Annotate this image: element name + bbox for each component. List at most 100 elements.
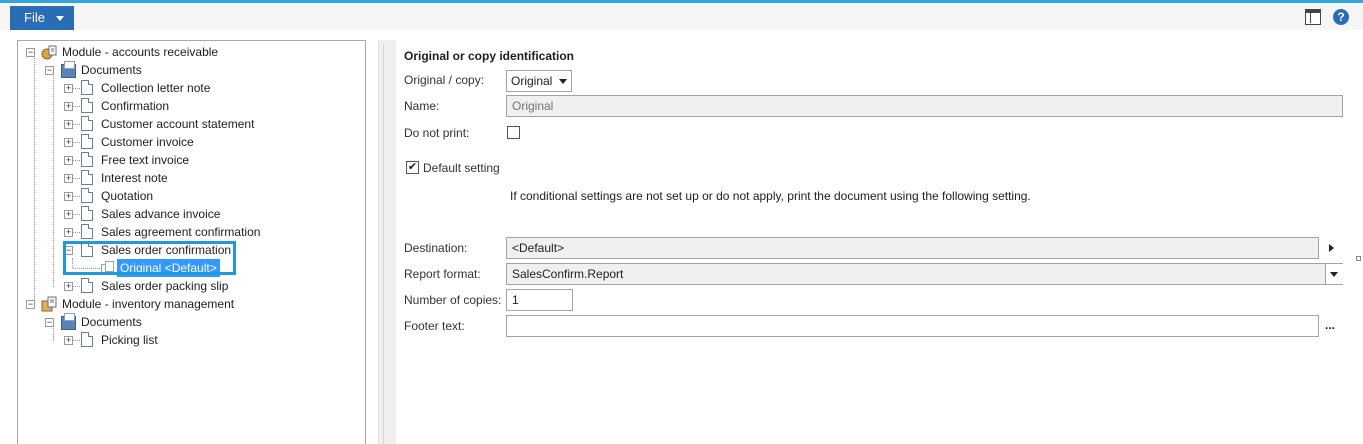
tree-connector bbox=[73, 124, 80, 125]
expand-icon[interactable]: + bbox=[64, 282, 73, 291]
name-label: Name: bbox=[404, 99, 440, 113]
module-inventory-icon bbox=[41, 296, 57, 312]
documents-icon bbox=[61, 313, 76, 330]
arrow-right-icon[interactable] bbox=[1329, 244, 1334, 252]
tree-node-document[interactable]: + Confirmation bbox=[18, 97, 363, 115]
default-setting-note: If conditional settings are not set up o… bbox=[510, 189, 1031, 203]
layout-icon[interactable] bbox=[1305, 9, 1321, 25]
expand-icon[interactable]: + bbox=[64, 192, 73, 201]
tree-node-label: Interest note bbox=[101, 171, 168, 185]
tree-connector bbox=[73, 88, 80, 89]
copies-field[interactable]: 1 bbox=[506, 289, 573, 311]
chevron-down-icon bbox=[559, 79, 567, 84]
copies-label: Number of copies: bbox=[404, 293, 502, 307]
document-icon bbox=[81, 224, 93, 239]
collapse-icon[interactable]: − bbox=[26, 48, 35, 57]
section-title: Original or copy identification bbox=[404, 49, 575, 63]
report-format-select[interactable]: SalesConfirm.Report bbox=[506, 263, 1343, 285]
tree-node-label: Documents bbox=[81, 63, 142, 77]
tree-node-label: Module - inventory management bbox=[62, 297, 235, 311]
module-ar-icon bbox=[41, 44, 57, 60]
tree-node-document[interactable]: + Customer account statement bbox=[18, 115, 363, 133]
tree-node-document[interactable]: + Free text invoice bbox=[18, 151, 363, 169]
tree-connector bbox=[73, 196, 80, 197]
tree-node-label: Confirmation bbox=[101, 99, 170, 113]
help-icon[interactable]: ? bbox=[1333, 9, 1349, 25]
document-icon bbox=[81, 206, 93, 221]
expand-icon[interactable]: + bbox=[64, 336, 73, 345]
expand-icon[interactable]: + bbox=[64, 120, 73, 129]
original-copy-value: Original bbox=[511, 74, 553, 88]
tree-connector bbox=[73, 232, 80, 233]
documents-icon bbox=[61, 61, 76, 78]
tree-node-module-accounts-receivable[interactable]: − Module - accounts receivable bbox=[18, 43, 363, 61]
more-icon[interactable]: ... bbox=[1325, 318, 1335, 332]
tree-node-label: Sales order packing slip bbox=[101, 279, 229, 293]
tree-node-label: Free text invoice bbox=[101, 153, 190, 167]
tree-connector bbox=[73, 160, 80, 161]
document-icon bbox=[81, 134, 93, 149]
tree-node-label: Customer account statement bbox=[101, 117, 255, 131]
tree-node-label: Module - accounts receivable bbox=[62, 45, 219, 59]
default-setting-checkbox[interactable]: ✔ bbox=[406, 161, 419, 174]
top-toolbar: File ? bbox=[0, 0, 1363, 30]
document-icon bbox=[81, 170, 93, 185]
tree-node-label: Sales advance invoice bbox=[101, 207, 221, 221]
expand-icon[interactable]: + bbox=[64, 138, 73, 147]
dropdown-button[interactable] bbox=[1325, 264, 1343, 284]
tree-connector bbox=[73, 340, 80, 341]
tree-node-label: Documents bbox=[81, 315, 142, 329]
footer-text-field[interactable] bbox=[506, 315, 1319, 337]
collapse-icon[interactable]: − bbox=[45, 66, 54, 75]
name-field[interactable]: Original bbox=[506, 95, 1343, 117]
tree-node-document[interactable]: + Picking list bbox=[18, 331, 363, 349]
do-not-print-checkbox[interactable] bbox=[507, 126, 520, 139]
tree-connector bbox=[73, 178, 80, 179]
document-icon bbox=[81, 80, 93, 95]
expand-icon[interactable]: + bbox=[64, 102, 73, 111]
document-icon bbox=[81, 332, 93, 347]
tree-connector bbox=[73, 142, 80, 143]
tree-connector bbox=[73, 214, 80, 215]
document-icon bbox=[81, 278, 93, 293]
collapse-icon[interactable]: − bbox=[45, 318, 54, 327]
original-copy-label: Original / copy: bbox=[404, 73, 485, 87]
tree-node-label: Quotation bbox=[101, 189, 154, 203]
do-not-print-label: Do not print: bbox=[404, 126, 470, 140]
document-icon bbox=[81, 116, 93, 131]
resize-handle[interactable] bbox=[1356, 256, 1361, 261]
default-setting-label: Default setting bbox=[423, 161, 500, 175]
chevron-down-icon bbox=[1330, 272, 1338, 277]
tree-node-document[interactable]: + Sales order packing slip bbox=[18, 277, 363, 295]
tree-node-documents[interactable]: − Documents bbox=[18, 61, 363, 79]
expand-icon[interactable]: + bbox=[64, 210, 73, 219]
destination-label: Destination: bbox=[404, 241, 468, 255]
tree-node-document[interactable]: + Collection letter note bbox=[18, 79, 363, 97]
tree-node-documents[interactable]: − Documents bbox=[18, 313, 363, 331]
tree-node-document[interactable]: + Interest note bbox=[18, 169, 363, 187]
document-icon bbox=[81, 152, 93, 167]
tree-node-document[interactable]: + Sales advance invoice bbox=[18, 205, 363, 223]
tree-node-label: Customer invoice bbox=[101, 135, 194, 149]
tree-connector bbox=[73, 286, 80, 287]
expand-icon[interactable]: + bbox=[64, 174, 73, 183]
tree-node-label: Sales agreement confirmation bbox=[101, 225, 261, 239]
expand-icon[interactable]: + bbox=[64, 228, 73, 237]
tree-node-document[interactable]: + Customer invoice bbox=[18, 133, 363, 151]
tree-node-label: Picking list bbox=[101, 333, 158, 347]
destination-field[interactable]: <Default> bbox=[506, 237, 1319, 259]
tree-node-module-inventory-management[interactable]: − Module - inventory management bbox=[18, 295, 363, 313]
original-copy-select[interactable]: Original bbox=[506, 70, 572, 92]
tree-node-document[interactable]: + Quotation bbox=[18, 187, 363, 205]
collapse-icon[interactable]: − bbox=[26, 300, 35, 309]
tree-node-document[interactable]: + Sales agreement confirmation bbox=[18, 223, 363, 241]
document-icon bbox=[81, 188, 93, 203]
footer-text-label: Footer text: bbox=[404, 319, 465, 333]
expand-icon[interactable]: + bbox=[64, 84, 73, 93]
tree-node-label: Collection letter note bbox=[101, 81, 211, 95]
pane-splitter[interactable] bbox=[378, 40, 396, 444]
expand-icon[interactable]: + bbox=[64, 156, 73, 165]
tree-connector bbox=[73, 106, 80, 107]
selection-focus-frame bbox=[63, 241, 236, 275]
file-menu-button[interactable]: File bbox=[10, 6, 74, 30]
